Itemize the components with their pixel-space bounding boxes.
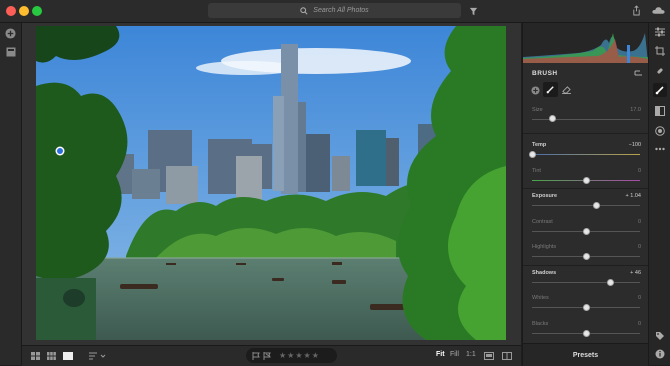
info-icon[interactable]	[654, 348, 666, 360]
slider-knob-blacks[interactable]	[583, 330, 590, 337]
filter-icon[interactable]	[467, 5, 479, 17]
right-toolbar	[648, 23, 670, 365]
slider-label-shadows: Shadows	[532, 270, 557, 276]
one-to-one-zoom-button[interactable]: 1:1	[466, 351, 476, 358]
divider	[523, 133, 648, 134]
flag-icon[interactable]	[252, 351, 260, 360]
slider-value-whites: 0	[637, 295, 641, 301]
healing-brush-icon[interactable]	[654, 65, 666, 77]
slider-value-blacks: 0	[637, 321, 641, 327]
left-toolbar	[0, 23, 22, 365]
slider-label-exposure: Exposure	[532, 193, 558, 199]
sliders-icon[interactable]	[654, 26, 666, 38]
rating-bar: ★★★★★	[246, 348, 337, 363]
close-window-button[interactable]	[6, 6, 16, 16]
slider-knob-tint[interactable]	[583, 177, 590, 184]
reset-icon[interactable]	[633, 69, 643, 78]
divider	[523, 188, 648, 189]
search-placeholder: Search All Photos	[313, 7, 369, 14]
slider-knob-contrast[interactable]	[583, 228, 590, 235]
eraser-icon[interactable]	[561, 85, 571, 95]
linear-gradient-icon[interactable]	[654, 105, 666, 117]
slider-value-contrast: 0	[637, 219, 641, 225]
star-rating[interactable]: ★★★★★	[279, 351, 320, 360]
size-value: 17.0	[630, 107, 641, 113]
size-slider-knob[interactable]	[549, 115, 556, 122]
histogram	[523, 23, 648, 63]
slider-value-temp: −100	[628, 142, 641, 148]
slider-track-temp[interactable]	[532, 154, 640, 155]
edit-panel: BRUSH Size 17.0 Temp −100 Tint 0 Exposure + 1…	[522, 23, 648, 366]
slider-value-exposure: + 1.04	[625, 193, 641, 199]
grid-view-icon[interactable]	[30, 351, 40, 361]
share-icon[interactable]	[630, 4, 642, 17]
search-icon	[300, 6, 308, 15]
bottom-toolbar: ★★★★★ Fit Fill 1:1	[22, 345, 521, 366]
slider-label-contrast: Contrast	[532, 219, 553, 225]
fit-zoom-button[interactable]: Fit	[436, 351, 445, 358]
slider-label-temp: Temp	[532, 142, 547, 148]
slider-value-tint: 0	[637, 168, 641, 174]
slider-label-tint: Tint	[532, 168, 541, 174]
slider-label-blacks: Blacks	[532, 321, 549, 327]
reject-flag-icon[interactable]	[263, 351, 271, 360]
split-view-icon[interactable]	[501, 351, 513, 361]
compare-icon[interactable]	[483, 351, 495, 361]
slider-label-whites: Whites	[532, 295, 549, 301]
square-grid-view-icon[interactable]	[46, 351, 56, 361]
slider-knob-whites[interactable]	[583, 304, 590, 311]
tag-icon[interactable]	[654, 330, 666, 342]
detail-view-icon[interactable]	[62, 351, 74, 361]
divider	[523, 265, 648, 266]
crop-icon[interactable]	[654, 45, 666, 57]
radial-gradient-icon[interactable]	[654, 125, 666, 137]
slider-track-shadows[interactable]	[532, 282, 640, 283]
search-input[interactable]: Search All Photos	[208, 3, 461, 18]
brush-tool-icon[interactable]	[543, 82, 558, 97]
photo-image[interactable]	[36, 26, 506, 340]
fill-zoom-button[interactable]: Fill	[450, 351, 459, 358]
size-label: Size	[532, 107, 543, 113]
slider-knob-shadows[interactable]	[607, 279, 614, 286]
slider-value-highlights: 0	[637, 244, 641, 250]
more-icon[interactable]	[654, 143, 666, 155]
add-icon[interactable]	[4, 27, 17, 40]
presets-button[interactable]: Presets	[523, 343, 648, 366]
zoom-window-button[interactable]	[32, 6, 42, 16]
slider-knob-highlights[interactable]	[583, 253, 590, 260]
library-icon[interactable]	[4, 45, 17, 58]
slider-value-shadows: + 46	[630, 270, 641, 276]
add-brush-icon[interactable]	[530, 85, 540, 95]
title-bar: Search All Photos	[0, 0, 670, 23]
brush-panel-icon[interactable]	[653, 83, 667, 97]
slider-knob-temp[interactable]	[529, 151, 536, 158]
slider-track-exposure[interactable]	[532, 205, 640, 206]
minimize-window-button[interactable]	[19, 6, 29, 16]
panel-title: BRUSH	[532, 70, 558, 77]
sort-icon[interactable]	[88, 351, 108, 361]
slider-knob-exposure[interactable]	[593, 202, 600, 209]
cloud-icon[interactable]	[651, 5, 665, 16]
slider-label-highlights: Highlights	[532, 244, 557, 250]
